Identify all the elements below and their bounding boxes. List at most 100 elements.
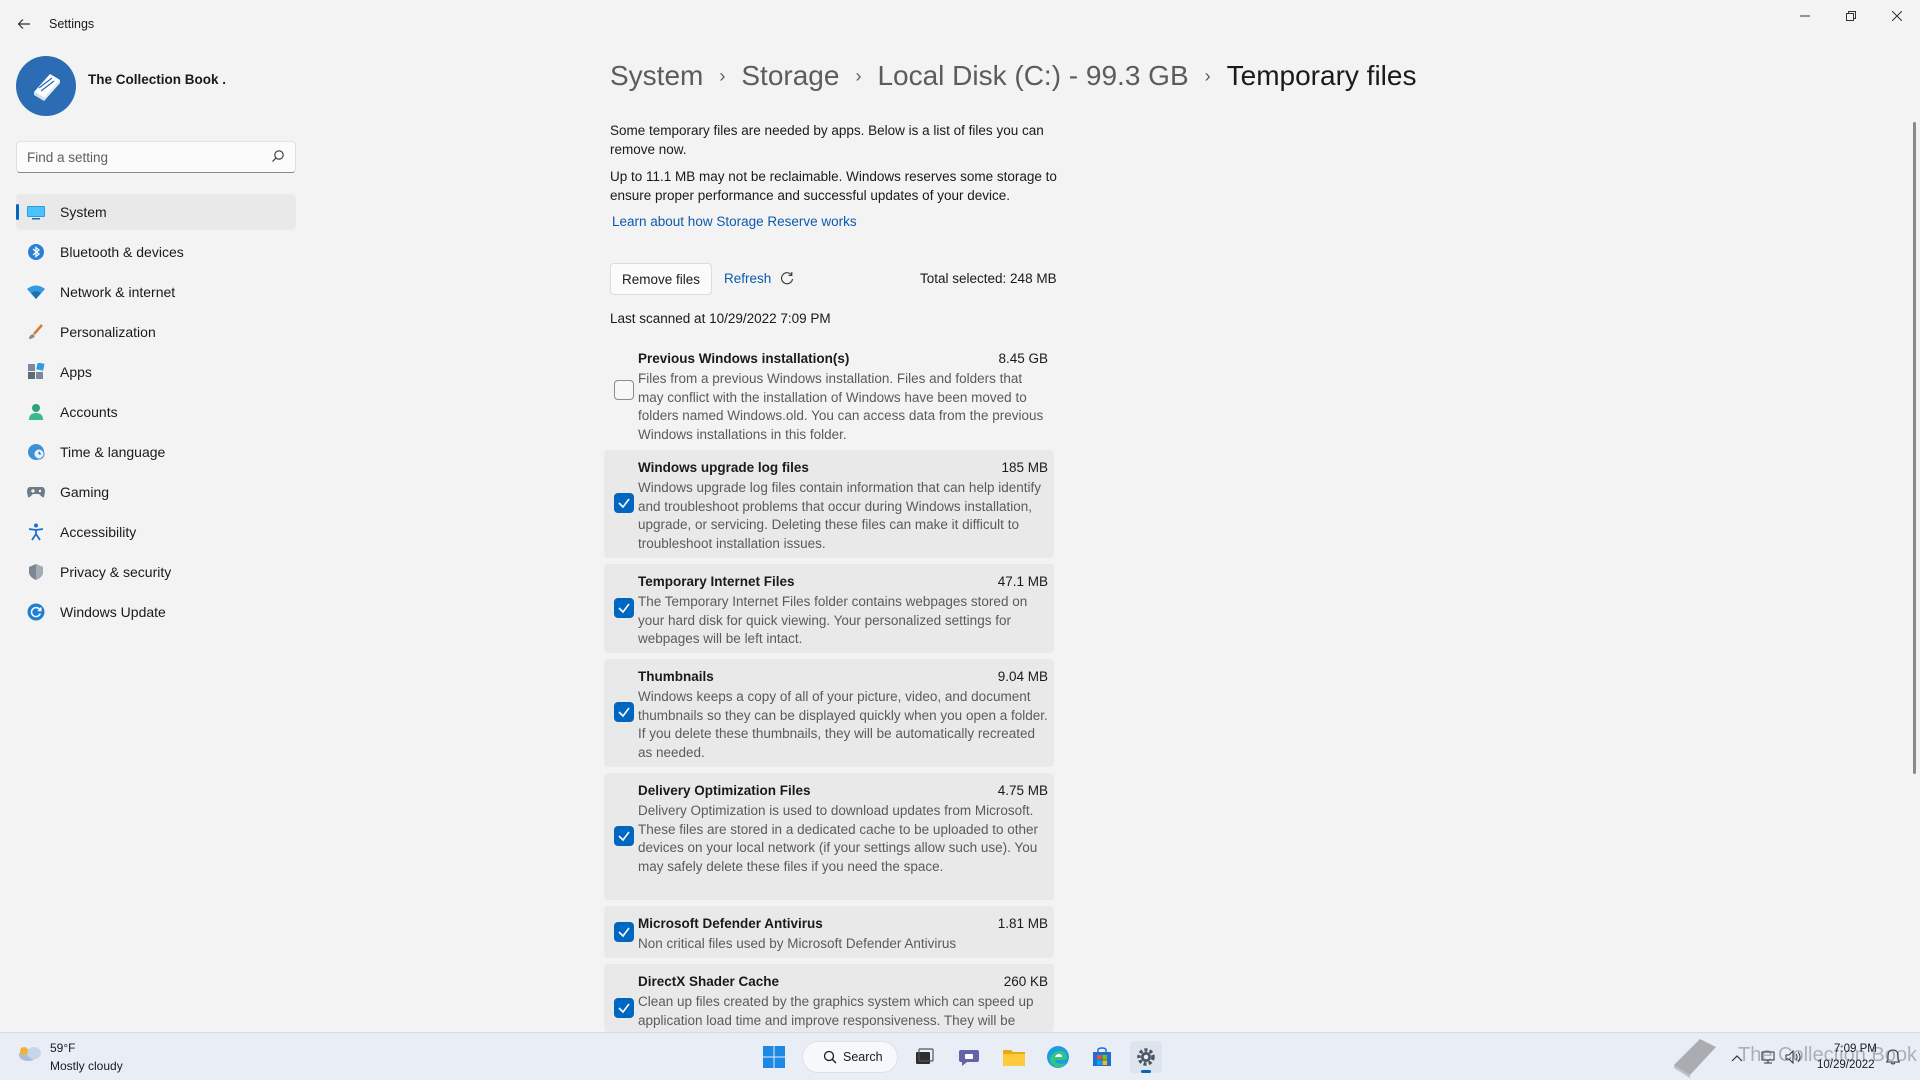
restore-button[interactable] <box>1828 0 1874 32</box>
taskbar-search[interactable]: Search <box>802 1041 898 1073</box>
checkbox[interactable] <box>614 922 634 942</box>
intro-text: Some temporary files are needed by apps.… <box>610 123 1044 157</box>
monitor-icon <box>26 203 46 221</box>
task-view-button[interactable] <box>908 1041 940 1073</box>
sidebar-item-accessibility[interactable]: Accessibility <box>16 514 296 550</box>
cloud-icon <box>19 1047 41 1061</box>
checkbox[interactable] <box>614 493 634 513</box>
last-scanned: Last scanned at 10/29/2022 7:09 PM <box>610 311 831 326</box>
globe-clock-icon <box>26 443 46 461</box>
sidebar-item-label: Network & internet <box>60 284 176 300</box>
sidebar-item-label: Time & language <box>60 444 166 460</box>
file-title: Microsoft Defender Antivirus <box>638 916 823 931</box>
update-icon <box>26 603 46 621</box>
breadcrumb-storage[interactable]: Storage <box>741 60 839 92</box>
chat-icon <box>959 1050 979 1066</box>
store-button[interactable] <box>1086 1041 1118 1073</box>
search-icon <box>823 1050 837 1064</box>
checkmark-icon <box>618 603 630 614</box>
chevron-up-icon[interactable] <box>1731 1054 1743 1062</box>
network-icon[interactable] <box>1760 1049 1778 1065</box>
file-item-upgrade-logs[interactable]: Windows upgrade log files 185 MB Windows… <box>604 450 1054 558</box>
file-item-temp-internet[interactable]: Temporary Internet Files 47.1 MB The Tem… <box>604 564 1054 653</box>
breadcrumb-system[interactable]: System <box>610 60 703 92</box>
chevron-right-icon: › <box>719 65 726 86</box>
sidebar-item-label: Windows Update <box>60 604 166 620</box>
total-selected: Total selected: 248 MB <box>920 271 1057 286</box>
search-input[interactable] <box>17 142 257 172</box>
file-item-defender[interactable]: Microsoft Defender Antivirus 1.81 MB Non… <box>604 906 1054 958</box>
sidebar-item-time-language[interactable]: Time & language <box>16 434 296 470</box>
sidebar-item-network[interactable]: Network & internet <box>16 274 296 310</box>
refresh-icon <box>781 272 794 285</box>
sidebar-item-gaming[interactable]: Gaming <box>16 474 296 510</box>
checkbox[interactable] <box>614 702 634 722</box>
weather-widget[interactable]: 59°F Mostly cloudy <box>16 1041 123 1073</box>
minimize-button[interactable] <box>1782 0 1828 32</box>
start-button[interactable] <box>758 1041 790 1073</box>
refresh-button[interactable]: Refresh <box>724 270 795 286</box>
settings-taskbar-button[interactable] <box>1130 1041 1162 1073</box>
edge-button[interactable] <box>1042 1041 1074 1073</box>
storage-reserve-link[interactable]: Learn about how Storage Reserve works <box>612 214 857 229</box>
file-item-delivery-optimization[interactable]: Delivery Optimization Files 4.75 MB Deli… <box>604 773 1054 900</box>
checkmark-icon <box>618 1003 630 1014</box>
file-explorer-button[interactable] <box>998 1041 1030 1073</box>
breadcrumb: System › Storage › Local Disk (C:) - 99.… <box>610 56 1416 96</box>
search-box[interactable] <box>16 141 296 173</box>
file-size: 260 KB <box>1003 974 1048 989</box>
sidebar-item-label: Privacy & security <box>60 564 172 580</box>
back-button[interactable] <box>12 12 36 36</box>
weather-temp: 59°F <box>50 1041 76 1055</box>
checkbox[interactable] <box>614 998 634 1018</box>
clock-date[interactable]: 10/29/2022 <box>1817 1059 1875 1071</box>
file-size: 1.81 MB <box>997 916 1048 931</box>
task-view-icon <box>916 1048 934 1064</box>
sidebar-item-apps[interactable]: Apps <box>16 354 296 390</box>
taskbar: 59°F Mostly cloudy Search The Collection… <box>0 1032 1920 1080</box>
checkbox[interactable] <box>614 826 634 846</box>
sidebar-item-personalization[interactable]: Personalization <box>16 314 296 350</box>
active-indicator <box>1141 1070 1151 1073</box>
chevron-right-icon: › <box>1204 65 1211 86</box>
avatar[interactable] <box>16 56 76 116</box>
sidebar-item-system[interactable]: System <box>16 194 296 230</box>
sidebar-item-accounts[interactable]: Accounts <box>16 394 296 430</box>
search-icon[interactable] <box>271 149 285 163</box>
sidebar-item-label: Bluetooth & devices <box>60 244 184 260</box>
file-description: Delivery Optimization is used to downloa… <box>638 803 1039 874</box>
file-title: Thumbnails <box>638 669 714 684</box>
accessibility-icon <box>26 523 46 541</box>
sidebar-item-privacy-security[interactable]: Privacy & security <box>16 554 296 590</box>
file-title: DirectX Shader Cache <box>638 974 780 989</box>
close-icon <box>1892 11 1902 21</box>
sidebar-item-bluetooth[interactable]: Bluetooth & devices <box>16 234 296 270</box>
file-size: 47.1 MB <box>997 574 1048 589</box>
checkbox[interactable] <box>614 598 634 618</box>
minimize-icon <box>1800 15 1810 17</box>
wifi-icon <box>26 283 46 301</box>
teams-chat-button[interactable] <box>953 1041 985 1073</box>
file-size: 4.75 MB <box>997 783 1048 798</box>
volume-icon[interactable] <box>1784 1049 1802 1065</box>
gear-icon <box>1137 1048 1155 1066</box>
remove-files-button[interactable]: Remove files <box>610 263 713 295</box>
windows-icon <box>763 1046 785 1068</box>
checkbox[interactable] <box>614 380 634 400</box>
close-button[interactable] <box>1874 0 1920 32</box>
restore-icon <box>1846 11 1856 21</box>
file-item-directx-cache[interactable]: DirectX Shader Cache 260 KB Clean up fil… <box>604 964 1054 1032</box>
clock-time[interactable]: 7:09 PM <box>1834 1043 1877 1055</box>
checkmark-icon <box>618 498 630 509</box>
checkmark-icon <box>618 831 630 842</box>
sidebar-item-label: Gaming <box>60 484 110 500</box>
sidebar-item-windows-update[interactable]: Windows Update <box>16 594 296 630</box>
sidebar-item-label: System <box>60 204 107 220</box>
file-size: 8.45 GB <box>998 351 1048 366</box>
notification-bell-icon[interactable] <box>1886 1049 1900 1065</box>
checkmark-icon <box>618 927 630 938</box>
scrollbar[interactable] <box>1913 122 1916 774</box>
file-item-thumbnails[interactable]: Thumbnails 9.04 MB Windows keeps a copy … <box>604 659 1054 767</box>
file-item-previous-windows[interactable]: Previous Windows installation(s) 8.45 GB… <box>604 341 1054 442</box>
breadcrumb-local-disk[interactable]: Local Disk (C:) - 99.3 GB <box>877 60 1188 92</box>
